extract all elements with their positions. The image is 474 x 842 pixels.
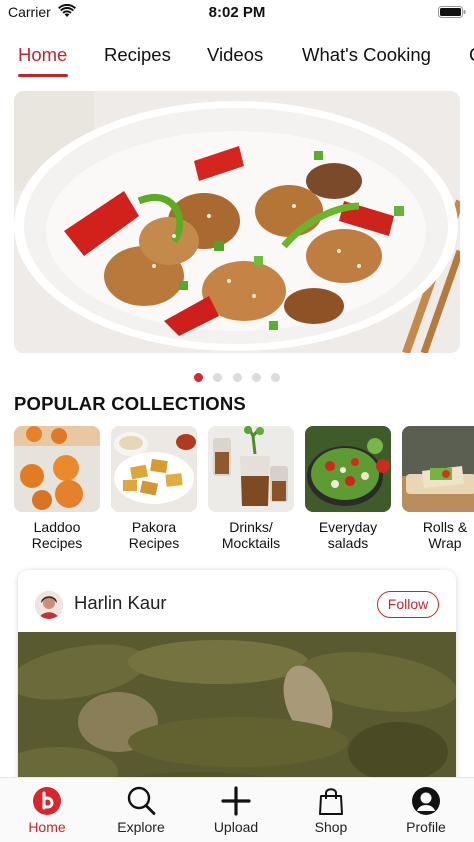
- battery-icon: [438, 6, 466, 18]
- shopping-bag-icon: [319, 788, 343, 815]
- collection-label-line1: Laddoo: [33, 519, 81, 535]
- collection-label-line1: Everyday: [318, 519, 378, 535]
- nav-upload[interactable]: Upload: [196, 786, 276, 835]
- nav-label-home: Home: [28, 819, 66, 835]
- hero-food-image: [14, 91, 460, 353]
- post-card[interactable]: Harlin Kaur Follow: [18, 570, 456, 810]
- collection-label-line1: Pakora: [131, 519, 177, 535]
- nav-label-shop: Shop: [314, 819, 348, 835]
- follow-button[interactable]: Follow: [377, 591, 439, 618]
- search-icon: [127, 786, 156, 815]
- section-title-popular-collections: POPULAR COLLECTIONS: [14, 393, 246, 414]
- nav-profile[interactable]: Profile: [386, 786, 466, 835]
- post-author-name[interactable]: Harlin Kaur: [74, 592, 167, 614]
- tab-videos[interactable]: Videos: [207, 44, 263, 78]
- clock: 8:02 PM: [208, 4, 266, 21]
- home-logo-icon: [33, 787, 61, 815]
- nav-label-profile: Profile: [406, 819, 446, 835]
- tab-next-partial[interactable]: C: [469, 44, 474, 78]
- collection-label-line2: Recipes: [31, 535, 83, 551]
- carousel-dot[interactable]: [193, 373, 203, 382]
- collection-item-pakora[interactable]: Pakora Recipes: [111, 426, 197, 551]
- drinks-image: [208, 426, 294, 512]
- collection-item-salads[interactable]: Everyday salads: [305, 426, 391, 551]
- plus-icon: [221, 786, 251, 816]
- nav-home[interactable]: Home: [7, 786, 87, 835]
- collection-item-laddoo[interactable]: Laddoo Recipes: [14, 426, 100, 551]
- nav-explore[interactable]: Explore: [101, 786, 181, 835]
- collection-label-line1: Drinks/: [229, 519, 273, 535]
- bottom-nav-bar: Home Explore Upload Shop Profile: [0, 777, 474, 842]
- collection-label-line1: Rolls &: [422, 519, 468, 535]
- top-tab-bar: Home Recipes Videos What's Cooking C: [0, 44, 474, 78]
- collection-label-line2: Wrap: [428, 535, 462, 551]
- pakora-image: [111, 426, 197, 512]
- carousel-dots: [0, 369, 474, 382]
- collection-label-line2: Mocktails: [221, 535, 281, 551]
- laddoo-image: [14, 426, 100, 512]
- collection-item-wraps[interactable]: Rolls & Wrap: [402, 426, 474, 551]
- collection-item-drinks[interactable]: Drinks/ Mocktails: [208, 426, 294, 551]
- nav-label-explore: Explore: [117, 819, 165, 835]
- nav-shop[interactable]: Shop: [291, 786, 371, 835]
- status-bar: Carrier 8:02 PM: [0, 0, 474, 24]
- avatar[interactable]: [35, 591, 63, 619]
- tab-recipes[interactable]: Recipes: [104, 44, 171, 78]
- active-tab-indicator: [18, 74, 68, 77]
- profile-icon: [412, 787, 440, 815]
- collection-label-line2: salads: [327, 535, 369, 551]
- collection-label-line2: Recipes: [128, 535, 180, 551]
- salad-image: [305, 426, 391, 512]
- nav-label-upload: Upload: [213, 819, 259, 835]
- tab-whats-cooking[interactable]: What's Cooking: [302, 44, 431, 78]
- tab-home[interactable]: Home: [18, 44, 67, 78]
- carousel-dot[interactable]: [271, 373, 281, 382]
- carousel-dot[interactable]: [232, 373, 242, 382]
- collections-carousel: Laddoo Recipes Pakora Recipes Drinks/ Mo…: [14, 426, 474, 556]
- wrap-image: [402, 426, 474, 512]
- carousel-dot[interactable]: [213, 373, 223, 382]
- hero-banner[interactable]: [14, 91, 460, 353]
- carousel-dot[interactable]: [251, 373, 261, 382]
